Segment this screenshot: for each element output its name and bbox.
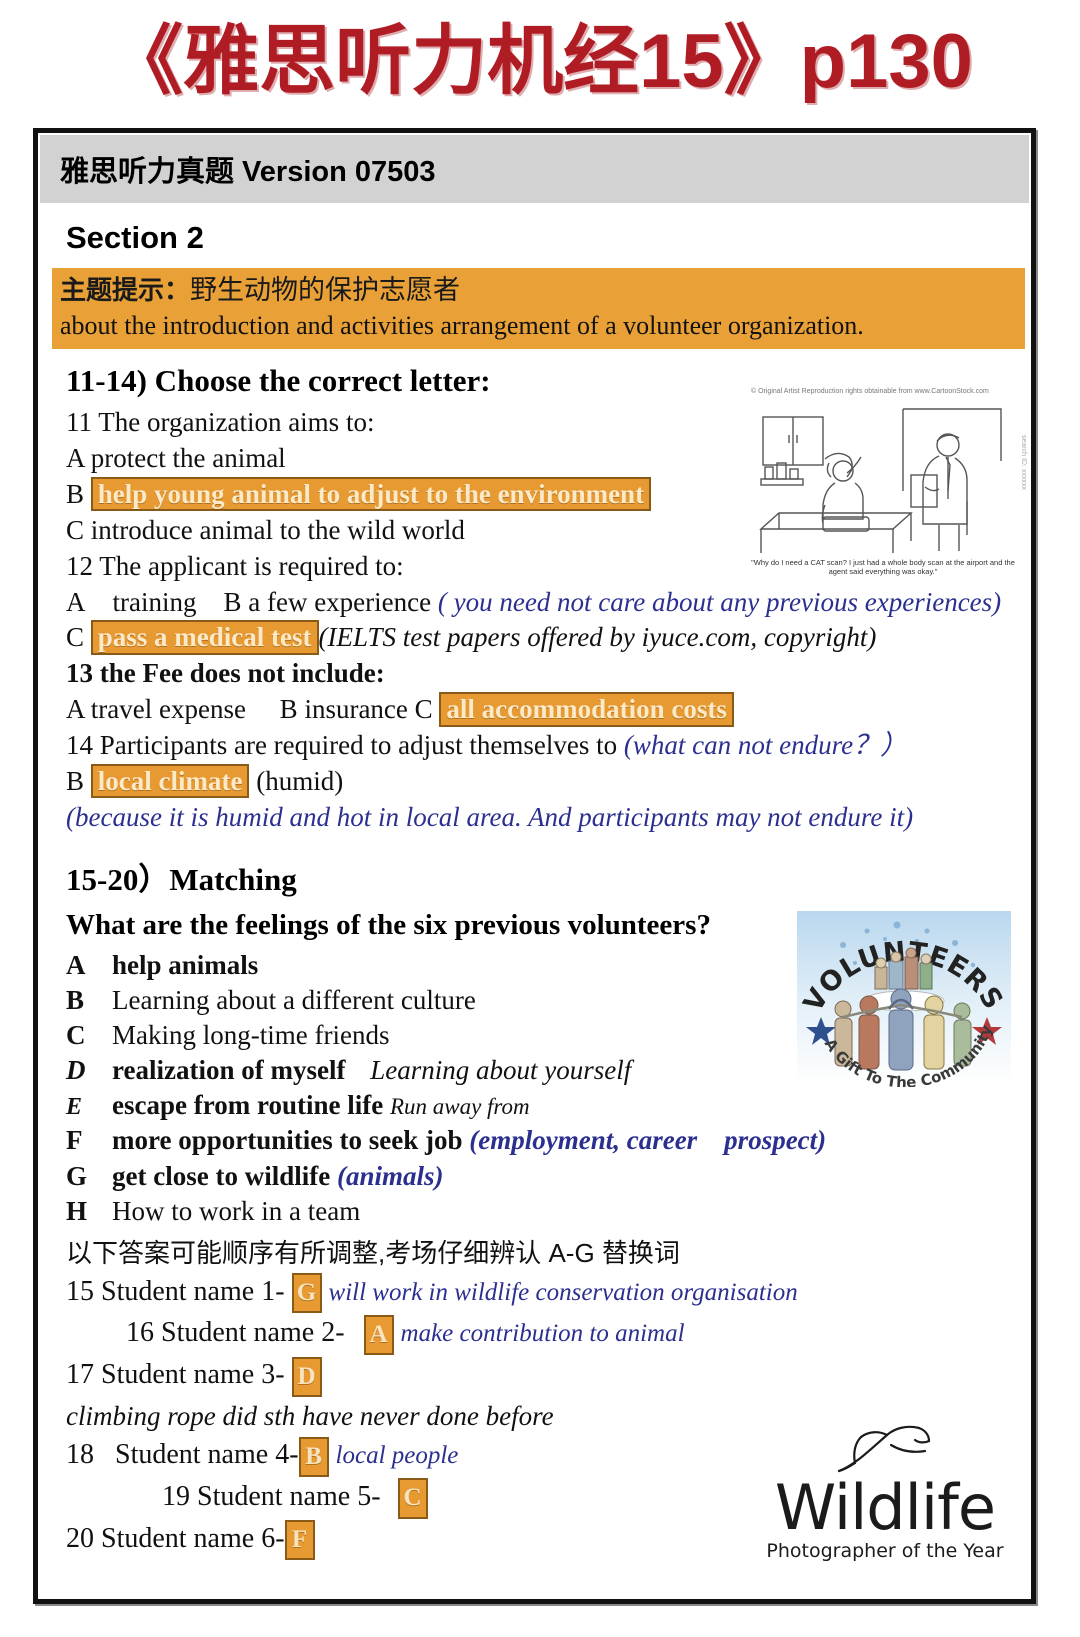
- section-label: Section 2: [66, 220, 204, 255]
- volunteers-logo-graphic: VOLUNTEERS: [797, 911, 1011, 1092]
- answer-num-16: 16: [126, 1317, 154, 1349]
- answer-letter-19: C: [397, 1478, 428, 1519]
- cartoon-side-credit: search ID: xxxxxx: [1020, 435, 1027, 490]
- answer-num-20: 20: [66, 1522, 94, 1554]
- cartoon-caption: "Why do I need a CAT scan? I just had a …: [751, 557, 1015, 577]
- option-note-f: (employment, career prospect): [469, 1125, 827, 1156]
- answer-num-15: 15: [66, 1275, 94, 1307]
- option-note-g: (animals): [336, 1160, 444, 1191]
- option-text-c: Making long-time friends: [112, 1020, 390, 1051]
- option-text-h: How to work in a team: [112, 1195, 361, 1226]
- cartoon-illustration: © Original Artist Reproduction rights ob…: [743, 383, 1021, 579]
- answer-name-15: Student name 1-: [101, 1275, 285, 1307]
- doctor-patient-drawing: [759, 408, 1002, 553]
- answer-letter-18: B: [298, 1436, 329, 1477]
- topic-en: about the introduction and activities ar…: [60, 311, 864, 341]
- volunteers-logo: VOLUNTEERS: [797, 905, 1011, 1092]
- topic-prefix: 主题提示：: [60, 275, 191, 305]
- option-text-b: Learning about a different culture: [112, 985, 476, 1016]
- matching-option-h: H How to work in a team: [66, 1194, 1015, 1229]
- answer-num-17: 17: [66, 1359, 94, 1391]
- option-note-d: Learning about yourself: [370, 1055, 632, 1086]
- option-key-h: H: [66, 1195, 88, 1226]
- matching-option-f: Fmore opportunities to seek job (employm…: [66, 1123, 1015, 1158]
- q14-b-letter: B: [66, 766, 85, 797]
- wildlife-photographer-logo: Wildlife Photographer of the Year: [761, 1421, 1009, 1579]
- document-frame: 雅思听力真题 Version 07503 Section 2 主题提示：野生动物…: [33, 128, 1036, 1604]
- answer-num-18: 18: [66, 1439, 94, 1471]
- matching-option-e: Eescape from routine life Run away from: [66, 1088, 1015, 1123]
- page-root: 《雅思听力机经15》p130 雅思听力真题 Version 07503 Sect…: [0, 0, 1080, 1637]
- q14-stem-note: (what can not endure？）: [623, 730, 908, 761]
- option-key-e: E: [66, 1094, 83, 1121]
- matching-option-g: Gget close to wildlife (animals): [66, 1159, 1015, 1194]
- q14-explain: (because it is humid and hot in local ar…: [66, 802, 914, 833]
- version-bar: 雅思听力真题 Version 07503: [40, 135, 1029, 203]
- q12-options-ab: A training B a few experience ( you need…: [66, 585, 1015, 621]
- q14-b-tail: (humid): [256, 766, 344, 797]
- answer-note-16: make contribution to animal: [400, 1320, 685, 1348]
- topic-banner: 主题提示：野生动物的保护志愿者 about the introduction a…: [52, 268, 1025, 350]
- q14-stem: 14 Participants are required to adjust t…: [66, 728, 1015, 764]
- answer-row-17: 17 Student name 3- D: [66, 1355, 1015, 1397]
- questions-15-20-heading: 15-20）Matching: [66, 861, 297, 897]
- option-text-d: realization of myself: [112, 1055, 346, 1086]
- q13-options: A travel expense B insurance C all accom…: [66, 692, 1015, 728]
- q13-stem: 13 the Fee does not include:: [66, 658, 385, 689]
- wildlife-subtitle: Photographer of the Year: [766, 1539, 1004, 1562]
- answer-note-18: local people: [335, 1442, 459, 1470]
- answer-row-16: 16 Student name 2- A make contribution t…: [126, 1313, 1015, 1356]
- answer-name-19: Student name 5-: [197, 1480, 381, 1512]
- option-key-f: F: [66, 1125, 83, 1156]
- wildlife-wordmark: Wildlife: [774, 1471, 996, 1544]
- q14-stem-text: 14 Participants are required to adjust t…: [66, 730, 618, 761]
- q13-c-highlight: all accommodation costs: [439, 692, 734, 727]
- answer-name-18: Student name 4-: [115, 1439, 299, 1471]
- q12-ab-text: A training B a few experience: [66, 586, 432, 617]
- matching-cn-note: 以下答案可能顺序有所调整,考场仔细辨认 A-G 替换词: [66, 1237, 680, 1268]
- answer-name-16: Student name 2-: [161, 1317, 345, 1349]
- option-text-f: more opportunities to seek job: [112, 1125, 463, 1156]
- option-key-a: A: [66, 949, 86, 980]
- option-key-c: C: [66, 1020, 86, 1051]
- option-note-e: Run away from: [389, 1094, 530, 1120]
- q12-ab-note: ( you need not care about any previous e…: [437, 586, 1002, 617]
- answer-row-15: 15 Student name 1- G will work in wildli…: [66, 1272, 1015, 1314]
- q12-c-note: (IELTS test papers offered by iyuce.com,…: [318, 622, 877, 653]
- answer-name-20: Student name 6-: [101, 1522, 285, 1554]
- q12-c-highlight: pass a medical test: [90, 620, 319, 655]
- option-text-a: help animals: [112, 949, 259, 980]
- answer-letter-20: F: [284, 1520, 315, 1561]
- option-key-b: B: [66, 985, 85, 1016]
- q11-b-letter: B: [66, 478, 85, 509]
- q12-option-c: C pass a medical test (IELTS test papers …: [66, 620, 1015, 656]
- answer-letter-15: G: [291, 1273, 322, 1314]
- version-label: 雅思听力真题 Version 07503: [60, 156, 436, 188]
- option-key-d: D: [66, 1055, 86, 1086]
- answer-name-17: Student name 3-: [101, 1359, 285, 1391]
- q11-b-highlight: help young animal to adjust to the envir…: [90, 476, 652, 512]
- topic-cn-line: 主题提示：野生动物的保护志愿者: [60, 272, 1025, 309]
- topic-cn: 野生动物的保护志愿者: [190, 275, 461, 305]
- q14-b-highlight: local climate: [90, 764, 250, 799]
- option-text-e: escape from routine life: [112, 1090, 384, 1121]
- q12-c-letter: C: [66, 622, 85, 653]
- answer-note-15: will work in wildlife conservation organ…: [328, 1278, 798, 1306]
- answer-num-19: 19: [162, 1480, 190, 1512]
- option-text-g: get close to wildlife: [112, 1160, 331, 1191]
- answer-letter-17: D: [291, 1356, 322, 1397]
- cartoon-credit: © Original Artist Reproduction rights ob…: [751, 388, 989, 395]
- page-title: 《雅思听力机经15》p130: [107, 19, 973, 104]
- option-key-g: G: [66, 1160, 88, 1191]
- q14-option-b: B local climate (humid): [66, 764, 1015, 800]
- q13-ab-text: A travel expense B insurance C: [66, 694, 433, 725]
- answer-letter-16: A: [363, 1314, 394, 1356]
- page-title-bar: 《雅思听力机经15》p130: [0, 0, 1080, 118]
